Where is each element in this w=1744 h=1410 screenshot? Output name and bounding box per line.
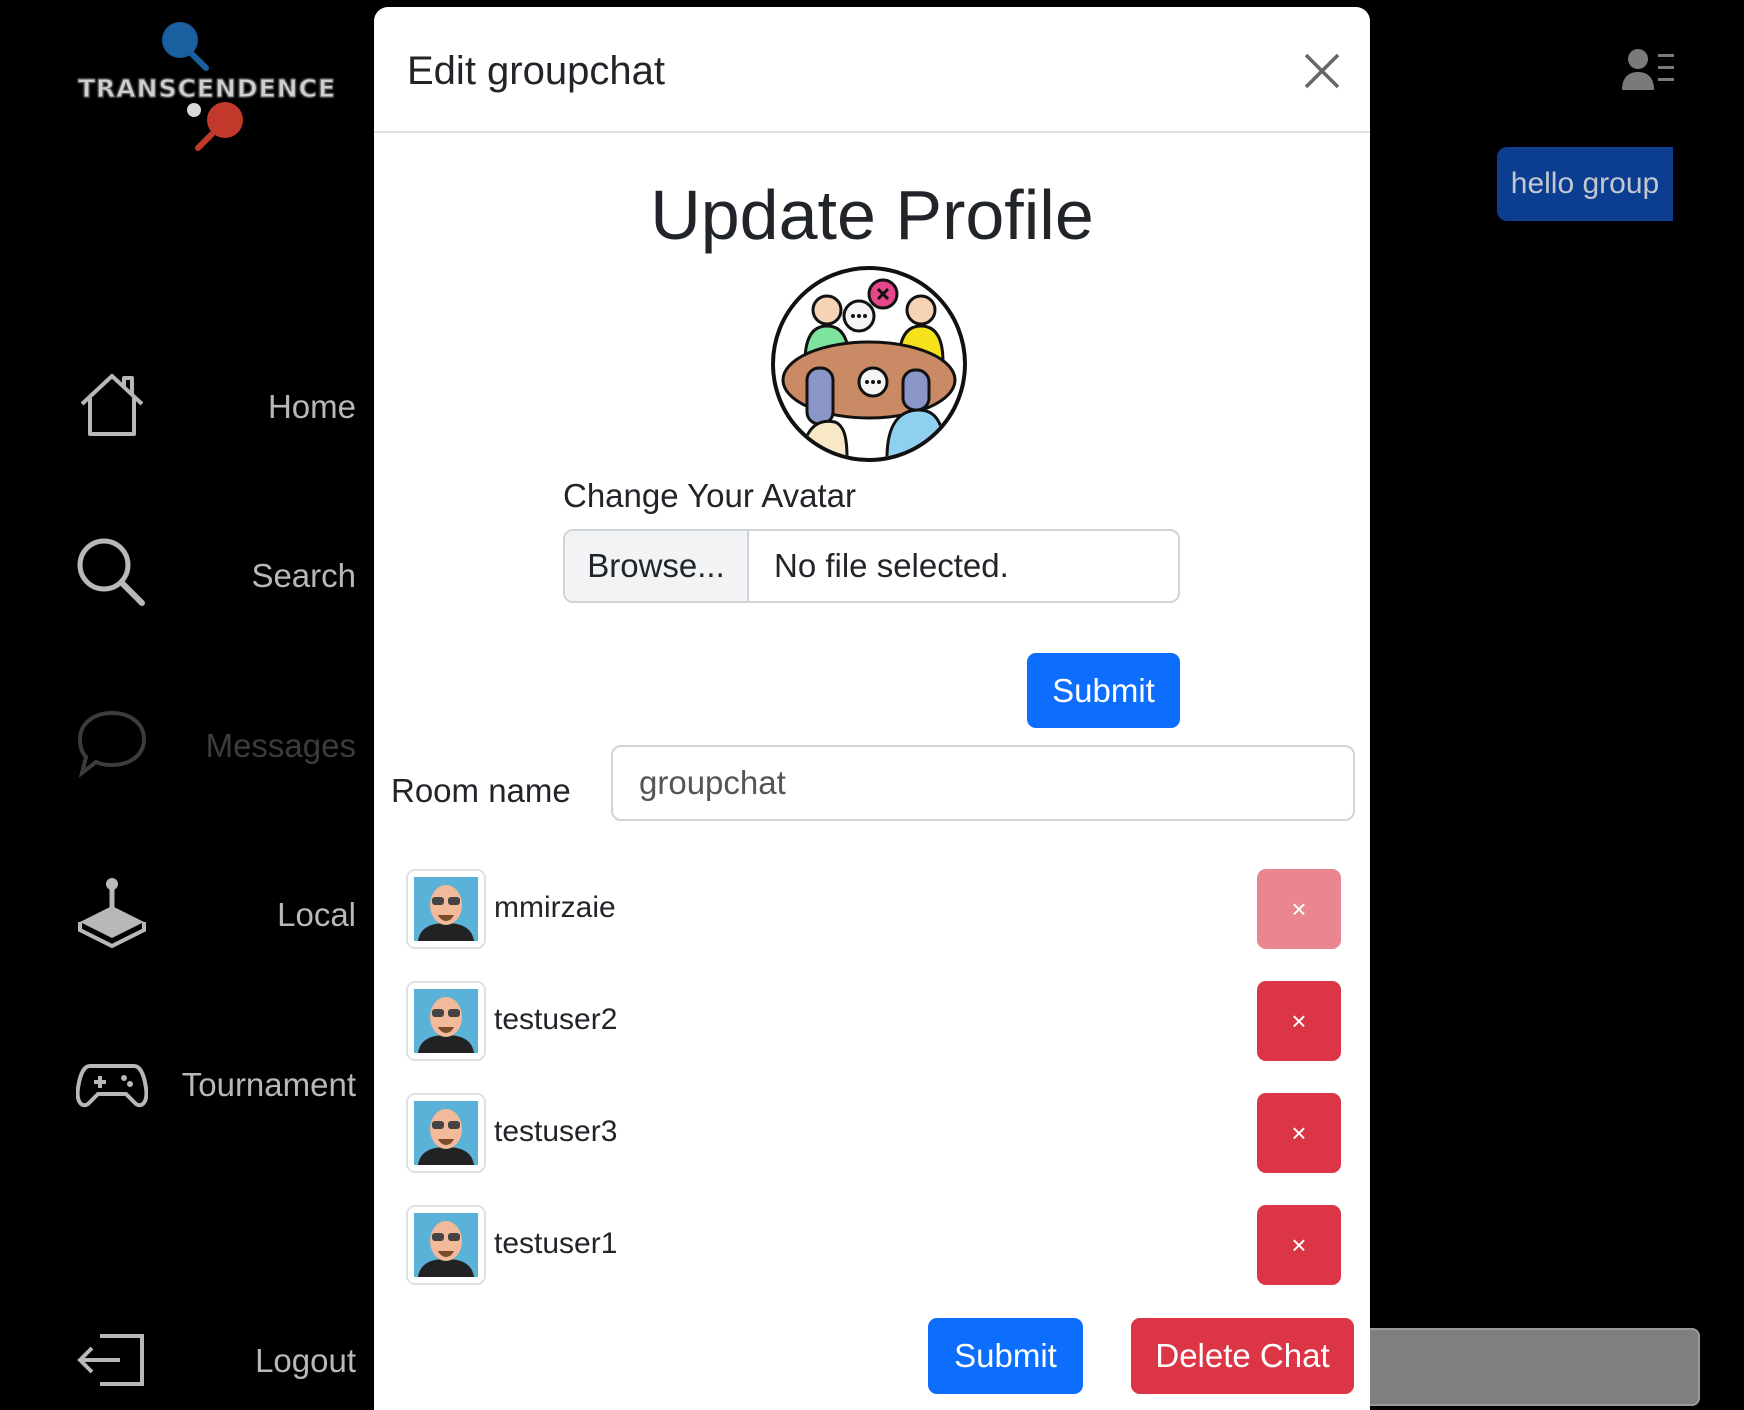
member-name: testuser3 <box>494 1115 618 1148</box>
remove-member-button[interactable]: × <box>1257 1205 1341 1285</box>
member-row: testuser3 × <box>406 1093 1341 1173</box>
chat-bubble-icon <box>77 710 147 779</box>
chat-message-bubble: hello group <box>1497 147 1673 221</box>
member-row: testuser1 × <box>406 1205 1341 1285</box>
sidebar-item-label: Logout <box>255 1342 356 1379</box>
member-name: testuser1 <box>494 1227 618 1260</box>
delete-chat-button[interactable]: Delete Chat <box>1131 1318 1354 1394</box>
remove-member-button[interactable]: × <box>1257 869 1341 949</box>
modal-header: Edit groupchat <box>374 7 1370 133</box>
room-name-input[interactable]: groupchat <box>611 745 1355 821</box>
room-name-label: Room name <box>391 772 571 809</box>
group-meeting-icon <box>781 278 957 458</box>
remove-member-button[interactable]: × <box>1257 1093 1341 1173</box>
home-icon <box>80 374 144 436</box>
close-icon[interactable] <box>1302 51 1342 91</box>
sidebar-item-label: Local <box>277 896 356 933</box>
change-avatar-label: Change Your Avatar <box>563 477 856 514</box>
file-status: No file selected. <box>774 547 1009 584</box>
avatar <box>406 1205 486 1285</box>
member-name: testuser2 <box>494 1003 618 1036</box>
avatar <box>406 1093 486 1173</box>
gamepad-icon <box>76 1064 148 1108</box>
sidebar-item-tournament[interactable]: Tournament <box>76 1046 356 1126</box>
logout-icon <box>77 1334 144 1386</box>
sidebar-item-home[interactable]: Home <box>76 368 356 448</box>
user-list-icon[interactable] <box>1622 48 1674 92</box>
user-avatar-icon <box>414 1213 478 1277</box>
sidebar-item-messages[interactable]: Messages <box>76 707 356 787</box>
search-icon <box>77 538 145 606</box>
member-row: testuser2 × <box>406 981 1341 1061</box>
avatar-file-input[interactable]: Browse... No file selected. <box>563 529 1180 603</box>
member-row: mmirzaie × <box>406 869 1341 949</box>
browse-button[interactable]: Browse... <box>565 531 749 601</box>
sidebar-item-label: Home <box>267 388 356 425</box>
user-avatar-icon <box>414 989 478 1053</box>
sidebar-item-local[interactable]: Local <box>76 876 356 956</box>
message-input[interactable] <box>1360 1328 1700 1406</box>
group-avatar <box>771 266 967 462</box>
user-avatar-icon <box>414 877 478 941</box>
app-logo: TRANSCENDENCE <box>70 18 336 158</box>
sidebar-item-search[interactable]: Search <box>76 537 356 617</box>
avatar <box>406 869 486 949</box>
modal-title: Edit groupchat <box>407 49 665 93</box>
submit-button[interactable]: Submit <box>928 1318 1083 1394</box>
member-name: mmirzaie <box>494 891 616 924</box>
logo-text: TRANSCENDENCE <box>77 74 337 104</box>
joystick-icon <box>78 878 146 948</box>
avatar <box>406 981 486 1061</box>
sidebar-item-label: Messages <box>205 727 356 764</box>
edit-groupchat-modal: Edit groupchat Update Profile Change You… <box>374 7 1370 1410</box>
sidebar-item-logout[interactable]: Logout <box>76 1322 356 1402</box>
avatar-submit-button[interactable]: Submit <box>1027 653 1180 728</box>
remove-member-button[interactable]: × <box>1257 981 1341 1061</box>
sidebar-item-label: Tournament <box>181 1066 356 1103</box>
update-profile-heading: Update Profile <box>650 176 1094 254</box>
sidebar-item-label: Search <box>251 557 356 594</box>
user-avatar-icon <box>414 1101 478 1165</box>
